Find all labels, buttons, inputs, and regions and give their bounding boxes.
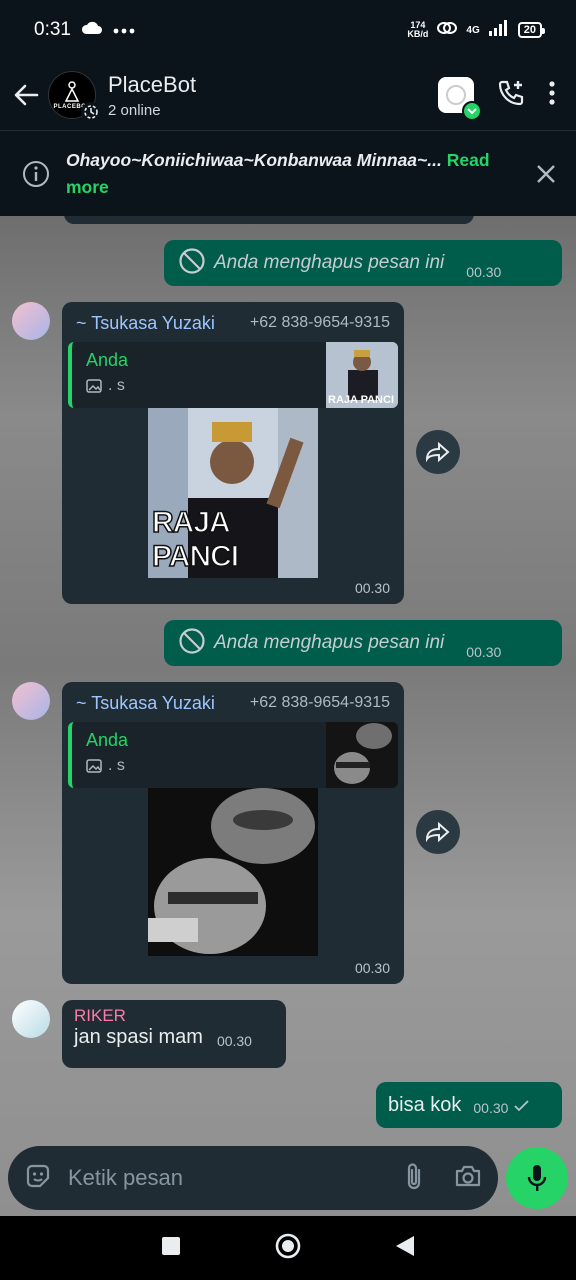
sender-name[interactable]: RIKER (74, 1006, 274, 1026)
battery-indicator: 20 (517, 22, 546, 38)
reply-message[interactable]: ~ Tsukasa Yuzaki +62 838-9654-9315 Anda … (62, 302, 404, 604)
add-call-button[interactable] (496, 78, 526, 113)
sticker-icon (26, 1164, 50, 1187)
emoji-button[interactable] (24, 1162, 52, 1195)
network-type: 4G (466, 24, 480, 36)
quoted-thumbnail: RAJA PANCI (326, 342, 398, 408)
back-button[interactable] (4, 73, 48, 117)
sticker-caption: RAJA PANCI (151, 505, 240, 574)
voice-record-button[interactable] (506, 1147, 568, 1209)
check-icon (462, 101, 482, 121)
close-icon (537, 164, 555, 183)
status-bar: 0:31 174 KB/d 4G 20 (0, 0, 576, 60)
home-button[interactable] (274, 1232, 302, 1265)
sender-avatar[interactable] (12, 1000, 50, 1038)
cloud-icon (81, 21, 103, 40)
sender-name[interactable]: ~ Tsukasa Yuzaki (76, 313, 215, 334)
deleted-message[interactable]: Anda menghapus pesan ini 00.30 (164, 240, 562, 286)
camera-button[interactable] (454, 1164, 482, 1193)
reply-message[interactable]: ~ Tsukasa Yuzaki +62 838-9654-9315 Anda … (62, 682, 404, 984)
sender-phone: +62 838-9654-9315 (249, 694, 390, 711)
back-nav-button[interactable] (394, 1234, 416, 1263)
status-time: 0:31 (34, 19, 71, 40)
composer: Ketik pesan (0, 1140, 576, 1216)
chat-title: PlaceBot (108, 71, 197, 97)
share-icon (425, 442, 450, 462)
arrow-left-icon (14, 84, 39, 106)
more-vert-icon (549, 80, 555, 105)
sender-avatar[interactable] (12, 302, 50, 340)
forward-button[interactable] (416, 810, 460, 854)
quoted-thumbnail (326, 722, 398, 788)
share-icon (425, 822, 450, 842)
sticker-image[interactable] (148, 788, 318, 956)
quoted-message[interactable]: Anda . s RAJA PANCI (68, 342, 398, 408)
more-notifications-icon (113, 21, 135, 39)
pinned-banner[interactable]: Ohayoo~Koniichiwaa~Konbanwaa Minnaa~... … (0, 130, 576, 216)
sender-name[interactable]: ~ Tsukasa Yuzaki (76, 693, 215, 714)
quoted-message[interactable]: Anda . s (68, 722, 398, 788)
message-input[interactable]: Ketik pesan (68, 1165, 183, 1191)
bot-logo-icon (64, 81, 80, 102)
paperclip-icon (407, 1162, 421, 1189)
info-icon (22, 160, 50, 188)
sender-phone: +62 838-9654-9315 (249, 314, 390, 331)
prohibited-icon (178, 627, 206, 660)
microphone-icon (527, 1165, 547, 1191)
text-message[interactable]: bisa kok 00.30 (376, 1082, 562, 1128)
phone-plus-icon (498, 80, 524, 105)
circle-icon (275, 1233, 301, 1258)
group-avatar[interactable]: PLACEBOT (48, 71, 101, 122)
net-speed: 174 KB/d (407, 20, 429, 39)
recents-button[interactable] (160, 1235, 182, 1262)
signal-icon (488, 19, 510, 41)
close-banner-button[interactable] (534, 162, 558, 186)
camera-icon (455, 1165, 481, 1186)
triangle-back-icon (396, 1235, 414, 1256)
image-icon (86, 759, 102, 773)
link-icon (436, 20, 458, 41)
forward-button[interactable] (416, 430, 460, 474)
sender-avatar[interactable] (12, 682, 50, 720)
partial-message (64, 216, 474, 224)
message-text: jan spasi mam (74, 1026, 203, 1048)
prohibited-icon (178, 247, 206, 280)
chat-header: PLACEBOT PlaceBot 2 online (0, 60, 576, 130)
deleted-message[interactable]: Anda menghapus pesan ini 00.30 (164, 620, 562, 666)
image-icon (86, 379, 102, 393)
app-shortcut-button[interactable] (438, 77, 482, 121)
chat-area[interactable]: Anda menghapus pesan ini 00.30 ~ Tsukasa… (0, 216, 576, 1216)
chat-title-block[interactable]: PlaceBot 2 online (108, 72, 196, 119)
text-message[interactable]: RIKER jan spasi mam 00.30 (62, 1000, 286, 1068)
message-text: bisa kok (388, 1093, 462, 1116)
banner-text: Ohayoo~Koniichiwaa~Konbanwaa Minnaa~... … (66, 149, 490, 197)
menu-button[interactable] (548, 80, 556, 111)
chat-subtitle: 2 online (108, 101, 161, 119)
square-icon (162, 1236, 180, 1255)
message-input-container[interactable]: Ketik pesan (8, 1146, 498, 1210)
sticker-image[interactable]: RAJA PANCI (148, 408, 318, 578)
system-nav-bar (0, 1216, 576, 1280)
timer-icon (81, 102, 101, 122)
sent-check-icon (514, 1099, 530, 1117)
attach-button[interactable] (404, 1161, 424, 1196)
